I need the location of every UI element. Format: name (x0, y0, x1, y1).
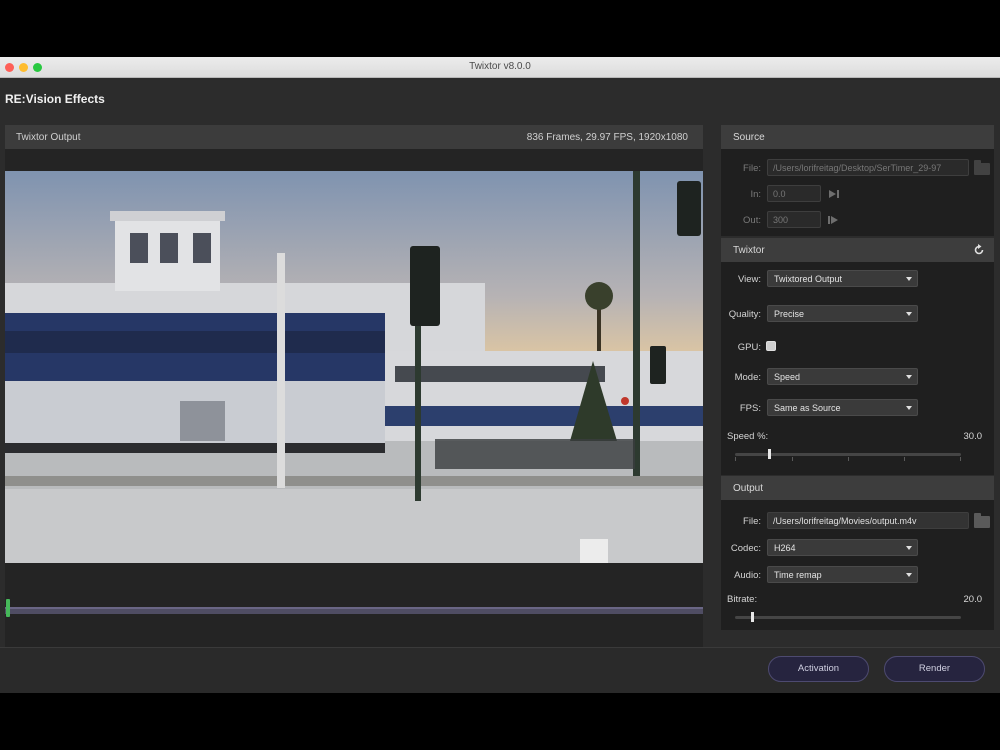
mode-dropdown[interactable]: Speed (767, 368, 918, 385)
timeline-scrubber[interactable] (5, 607, 703, 614)
chevron-down-icon (906, 312, 912, 316)
controls-panel: Source File: /Users/lorifreitag/Desktop/… (721, 125, 994, 630)
action-bar: Activation Render (0, 647, 1000, 693)
fps-label: FPS: (739, 403, 761, 414)
codec-dropdown-value: H264 (774, 543, 796, 553)
source-out-field[interactable]: 300 (767, 211, 821, 228)
output-folder-icon[interactable] (974, 513, 990, 528)
source-folder-icon[interactable] (974, 160, 990, 175)
output-file-label: File: (743, 516, 761, 527)
bitrate-label: Bitrate: (727, 594, 758, 605)
output-file-field[interactable]: /Users/lorifreitag/Movies/output.m4v (767, 512, 969, 529)
speed-value: 30.0 (963, 431, 983, 442)
output-section-title: Output (733, 483, 764, 494)
speed-label: Speed %: (727, 431, 769, 442)
source-file-label: File: (743, 163, 761, 174)
view-dropdown-value: Twixtored Output (774, 274, 843, 284)
gpu-checkbox[interactable] (766, 341, 776, 351)
quality-dropdown[interactable]: Precise (767, 305, 918, 322)
source-in-label: In: (750, 189, 761, 200)
set-out-point-icon[interactable] (827, 215, 841, 225)
output-header: Twixtor Output 836 Frames, 29.97 FPS, 19… (5, 125, 703, 149)
quality-dropdown-value: Precise (774, 309, 805, 319)
audio-dropdown-value: Time remap (774, 570, 822, 580)
window-title: Twixtor v8.0.0 (469, 61, 531, 72)
slider-tick (792, 457, 793, 461)
chevron-down-icon (906, 546, 912, 550)
output-title: Twixtor Output (16, 132, 81, 143)
set-in-point-icon[interactable] (827, 189, 841, 199)
mode-label: Mode: (734, 372, 761, 383)
slider-tick (735, 457, 736, 461)
speed-slider-thumb[interactable] (768, 449, 771, 459)
chevron-down-icon (906, 277, 912, 281)
gpu-label: GPU: (737, 342, 761, 353)
source-out-label: Out: (743, 215, 761, 226)
fps-dropdown[interactable]: Same as Source (767, 399, 918, 416)
slider-tick (904, 457, 905, 461)
chevron-down-icon (906, 406, 912, 410)
bitrate-slider-thumb[interactable] (751, 612, 754, 622)
brand-label: RE:Vision Effects (5, 92, 105, 106)
timeline-playhead[interactable] (6, 599, 10, 617)
quality-label: Quality: (728, 309, 761, 320)
source-section-title: Source (733, 132, 765, 143)
slider-tick (960, 457, 961, 461)
output-section-header[interactable]: Output (721, 476, 994, 500)
app-window: Twixtor v8.0.0 RE:Vision Effects Twixtor… (0, 57, 1000, 693)
bitrate-slider[interactable] (735, 616, 961, 619)
title-bar[interactable]: Twixtor v8.0.0 (0, 57, 1000, 78)
source-file-field[interactable]: /Users/lorifreitag/Desktop/SerTimer_29-9… (767, 159, 969, 176)
codec-label: Codec: (730, 543, 761, 554)
twixtor-section-title: Twixtor (733, 245, 765, 256)
source-in-field[interactable]: 0.0 (767, 185, 821, 202)
chevron-down-icon (906, 375, 912, 379)
twixtor-section-header[interactable]: Twixtor (721, 238, 994, 262)
view-dropdown[interactable]: Twixtored Output (767, 270, 918, 287)
audio-dropdown[interactable]: Time remap (767, 566, 918, 583)
fps-dropdown-value: Same as Source (774, 403, 841, 413)
view-label: View: (737, 274, 761, 285)
output-info: 836 Frames, 29.97 FPS, 1920x1080 (526, 132, 688, 143)
preview-frame-image (5, 171, 703, 563)
audio-label: Audio: (734, 570, 761, 581)
chevron-down-icon (906, 573, 912, 577)
activation-button[interactable]: Activation (768, 656, 869, 682)
video-preview (5, 171, 703, 563)
bitrate-value: 20.0 (963, 594, 983, 605)
slider-tick (848, 457, 849, 461)
codec-dropdown[interactable]: H264 (767, 539, 918, 556)
screen: Twixtor v8.0.0 RE:Vision Effects Twixtor… (0, 0, 1000, 750)
reset-icon[interactable] (973, 244, 985, 256)
source-section-header[interactable]: Source (721, 125, 994, 149)
source-section: File: /Users/lorifreitag/Desktop/SerTime… (721, 149, 994, 236)
render-button[interactable]: Render (884, 656, 985, 682)
output-section: File: /Users/lorifreitag/Movies/output.m… (721, 500, 994, 630)
mode-dropdown-value: Speed (774, 372, 801, 382)
output-panel: Twixtor Output 836 Frames, 29.97 FPS, 19… (5, 125, 703, 675)
twixtor-section: View: Twixtored Output Quality: Precise … (721, 262, 994, 475)
